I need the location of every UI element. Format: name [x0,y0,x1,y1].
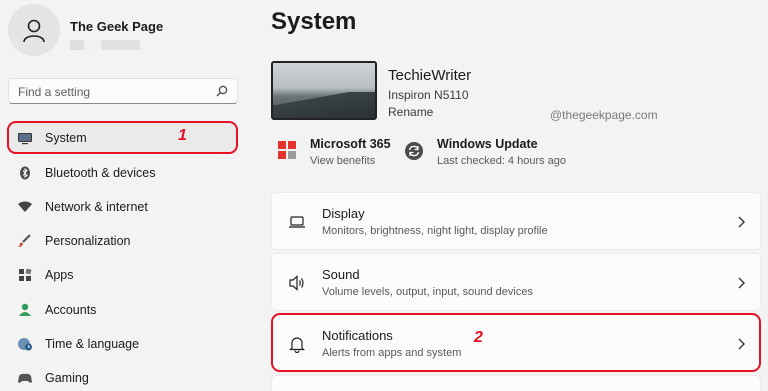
gamepad-icon [18,373,32,383]
sidebar-item-label: Bluetooth & devices [45,166,156,180]
speaker-icon [289,275,304,291]
laptop-icon [289,216,305,228]
account-icon [19,303,31,316]
search-placeholder: Find a setting [18,85,91,99]
globe-clock-icon [18,338,32,351]
card-title: Display [322,206,365,221]
system-highlight-box [7,121,238,154]
user-profile[interactable]: The Geek Page [8,4,248,56]
profile-name: The Geek Page [70,19,164,34]
chevron-right-icon [738,216,745,228]
sidebar-item-accounts[interactable]: Accounts [8,294,238,326]
notifications-highlight-box [271,313,761,372]
rename-link[interactable]: Rename [388,105,433,119]
chevron-right-icon [738,277,745,289]
sidebar-item-apps[interactable]: Apps [8,259,238,291]
card-title: Sound [322,267,360,282]
sidebar-item-gaming[interactable]: Gaming [8,362,238,391]
step-number-1: 1 [178,127,187,144]
sidebar: The Geek Page Find a setting System Blue… [0,0,250,391]
sidebar-item-label: Apps [45,268,74,282]
card-subtitle: Volume levels, output, input, sound devi… [322,286,533,298]
sidebar-item-personalization[interactable]: Personalization [8,225,238,257]
sidebar-item-label: Personalization [45,234,131,248]
sidebar-item-bluetooth[interactable]: Bluetooth & devices [8,157,238,189]
search-input[interactable]: Find a setting [8,78,238,104]
quick-subtitle: View benefits [310,155,376,167]
device-wallpaper-thumbnail [271,61,377,120]
update-icon [405,142,423,160]
quick-title: Microsoft 365 [310,137,391,151]
wifi-icon [18,201,32,212]
step-number-2: 2 [474,329,483,346]
brush-icon [18,234,31,247]
bluetooth-icon [20,166,30,180]
apps-icon [19,268,32,281]
watermark: @thegeekpage.com [550,108,658,122]
avatar[interactable] [8,4,60,56]
next-card-partial[interactable] [271,375,761,391]
sidebar-item-time-language[interactable]: Time & language [8,328,238,360]
display-card[interactable]: Display Monitors, brightness, night ligh… [271,192,761,250]
sidebar-item-network[interactable]: Network & internet [8,191,238,223]
device-model: Inspiron N5110 [388,88,469,102]
search-icon[interactable] [215,84,229,98]
card-subtitle: Monitors, brightness, night light, displ… [322,225,548,237]
sidebar-item-label: Accounts [45,303,97,317]
person-icon [23,19,45,43]
profile-email-redacted [70,40,140,50]
sound-card[interactable]: Sound Volume levels, output, input, soun… [271,253,761,311]
microsoft-365-icon [278,141,296,159]
sidebar-item-label: Network & internet [45,200,148,214]
sidebar-item-label: Gaming [45,371,89,385]
page-title: System [271,8,357,35]
quick-title: Windows Update [437,137,538,151]
device-name: TechieWriter [388,67,472,84]
sidebar-item-label: Time & language [45,337,140,351]
quick-subtitle: Last checked: 4 hours ago [437,155,567,167]
